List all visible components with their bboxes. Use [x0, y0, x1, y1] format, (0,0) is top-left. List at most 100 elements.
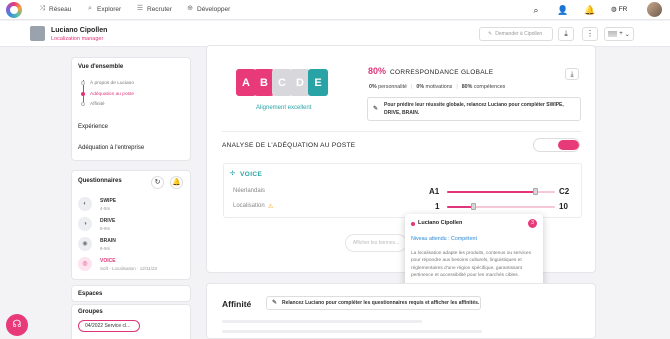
candidate-dot — [411, 222, 415, 226]
top-navigation: ⤨ Réseau ⌕ Explorer ☰ Recruter ⊕ Dévelop… — [0, 0, 670, 20]
questionnaire-item-brain[interactable]: ◉ BRAIN 8-9m — [78, 237, 188, 257]
grade-letter: E — [308, 69, 328, 96]
group-chip[interactable]: 04/2022 Service cl... — [78, 320, 140, 332]
placeholder-line — [222, 320, 422, 323]
profile-role: Localization manager — [51, 36, 104, 42]
criterion-max: C2 — [559, 187, 570, 196]
timeline-dot — [81, 102, 85, 106]
stat-motivations: 0% motivations — [416, 84, 453, 90]
affinity-reminder-button[interactable]: ✎ Relancez Luciano pour compléter les qu… — [266, 296, 481, 310]
recruit-icon: ☰ — [136, 5, 144, 12]
overview-title: Vue d'ensemble — [78, 64, 124, 70]
questionnaires-title: Questionnaires — [78, 178, 122, 184]
refresh-icon[interactable]: ↻ — [151, 176, 164, 189]
spaces-title[interactable]: Espaces — [78, 291, 102, 297]
plus-icon: + — [619, 31, 623, 37]
criterion-label: Néerlandais — [233, 188, 266, 194]
stat-skills: 80% compétences — [461, 84, 506, 90]
user-avatar[interactable] — [647, 2, 662, 17]
nav-item-network[interactable]: ⤨ Réseau — [38, 5, 71, 13]
separator: | — [456, 84, 458, 90]
download-report-button[interactable]: ⤓ — [565, 68, 579, 80]
criterion-min: 1 — [435, 202, 440, 211]
criterion-slider[interactable] — [447, 188, 555, 195]
slider-handle[interactable] — [471, 203, 476, 210]
actions-dropdown[interactable]: + ⌄ — [604, 27, 634, 41]
profile-header: Luciano Cipollen Localization manager ✎ … — [0, 21, 670, 47]
skill-popover: Luciano Cipollen 3 Niveau attendu : Comp… — [405, 214, 543, 293]
overview-item-fit[interactable]: Adéquation au poste — [90, 92, 134, 97]
company-fit-link[interactable]: Adéquation à l'entreprise — [78, 145, 144, 151]
voice-title: VOICE — [240, 171, 263, 178]
slider-fill — [447, 206, 474, 208]
magic-icon: ✎ — [488, 31, 493, 37]
timeline-dot — [81, 81, 85, 85]
groups-title: Groupes — [78, 309, 103, 315]
criterion-max: 10 — [559, 202, 568, 211]
help-button[interactable]: ☊ — [6, 314, 28, 336]
download-button[interactable]: ⤓ — [558, 27, 574, 41]
popover-badge: 3 — [528, 219, 537, 228]
global-match-label: CORRESPONDANCE GLOBALE — [390, 69, 494, 76]
criterion-label: Localisation — [233, 203, 265, 209]
alignment-label: Alignement excellent — [256, 105, 312, 111]
kebab-icon: ⋮ — [586, 29, 594, 38]
expected-level: Niveau attendu : Compétent — [411, 236, 477, 242]
profile-avatar — [30, 26, 45, 41]
popover-name: Luciano Cipollen — [418, 220, 463, 226]
grade-letter: D — [290, 69, 310, 96]
magic-icon: ✎ — [373, 106, 379, 112]
fit-analysis-title: ANALYSE DE L'ADÉQUATION AU POSTE — [222, 142, 356, 149]
reminder-tip[interactable]: ✎ Pour prédire leur réussite globale, re… — [367, 97, 581, 121]
stat-personality: 0% personnalité — [369, 84, 407, 90]
warning-icon: ⚠ — [268, 204, 274, 210]
download-icon: ⤓ — [564, 29, 568, 38]
global-match-percent: 80% — [368, 66, 387, 76]
chevron-down-icon: ⌄ — [624, 31, 630, 38]
nav-item-develop[interactable]: ⊕ Développer — [186, 5, 230, 13]
match-breakdown: 0% personnalité | 0% motivations | 80% c… — [369, 84, 505, 90]
overview-item-affinity[interactable]: Affinité — [90, 102, 105, 107]
view-toggle[interactable] — [533, 138, 580, 152]
develop-icon: ⊕ — [187, 5, 193, 12]
timeline-dot-active — [81, 92, 85, 96]
separator: | — [411, 84, 413, 90]
globe-icon: ◍ — [611, 6, 617, 13]
bell-icon[interactable]: 🔔 — [584, 4, 596, 16]
criterion-min: A1 — [429, 187, 440, 196]
criterion-slider[interactable] — [447, 203, 555, 210]
experience-link[interactable]: Expérience — [78, 124, 108, 130]
grade-letters: A B C D E — [236, 69, 328, 96]
swipe-icon: ◐ — [78, 197, 92, 211]
bell-icon[interactable]: 🔔 — [170, 176, 183, 189]
profile-name: Luciano Cipollen — [51, 27, 108, 34]
nav-item-recruit[interactable]: ☰ Recruter — [136, 5, 172, 13]
headset-icon: ☊ — [12, 319, 22, 330]
nav-item-explore[interactable]: ⌕ Explorer — [86, 5, 121, 13]
slider-fill — [447, 191, 536, 193]
magic-icon: ✎ — [272, 300, 278, 306]
sparkle-icon: ✣ — [230, 171, 236, 177]
slider-handle[interactable] — [533, 188, 538, 195]
questionnaire-item-voice[interactable]: ◎ VOICE Soft - Localisation · 12/11/23 — [78, 257, 188, 277]
grade-letter: A — [236, 69, 256, 96]
overview-item-about[interactable]: À propos de Luciano — [90, 81, 134, 86]
questionnaire-item-drive[interactable]: ◑ DRIVE 8-9m — [78, 217, 188, 237]
search-icon[interactable]: ⌕ — [530, 4, 542, 16]
divider — [222, 131, 582, 132]
brain-icon: ◉ — [78, 237, 92, 251]
add-user-icon[interactable]: 👤 — [557, 4, 569, 16]
placeholder-line — [222, 330, 482, 333]
toggle-on-option[interactable] — [558, 140, 579, 150]
explore-icon: ⌕ — [88, 5, 92, 12]
app-logo[interactable] — [6, 2, 22, 18]
download-icon: ⤓ — [570, 71, 574, 78]
show-more-button[interactable]: Afficher les bonnes... — [345, 234, 407, 252]
skill-description: La localisation adapte les produits, con… — [411, 251, 531, 278]
more-options-button[interactable]: ⋮ — [582, 27, 598, 41]
language-selector[interactable]: ◍ FR — [611, 5, 627, 14]
grade-letter: B — [254, 69, 274, 96]
request-button[interactable]: ✎ Demander à Cipollen — [479, 27, 553, 41]
card-icon — [608, 31, 618, 37]
questionnaire-item-swipe[interactable]: ◐ SWIPE 4-5m — [78, 197, 188, 217]
